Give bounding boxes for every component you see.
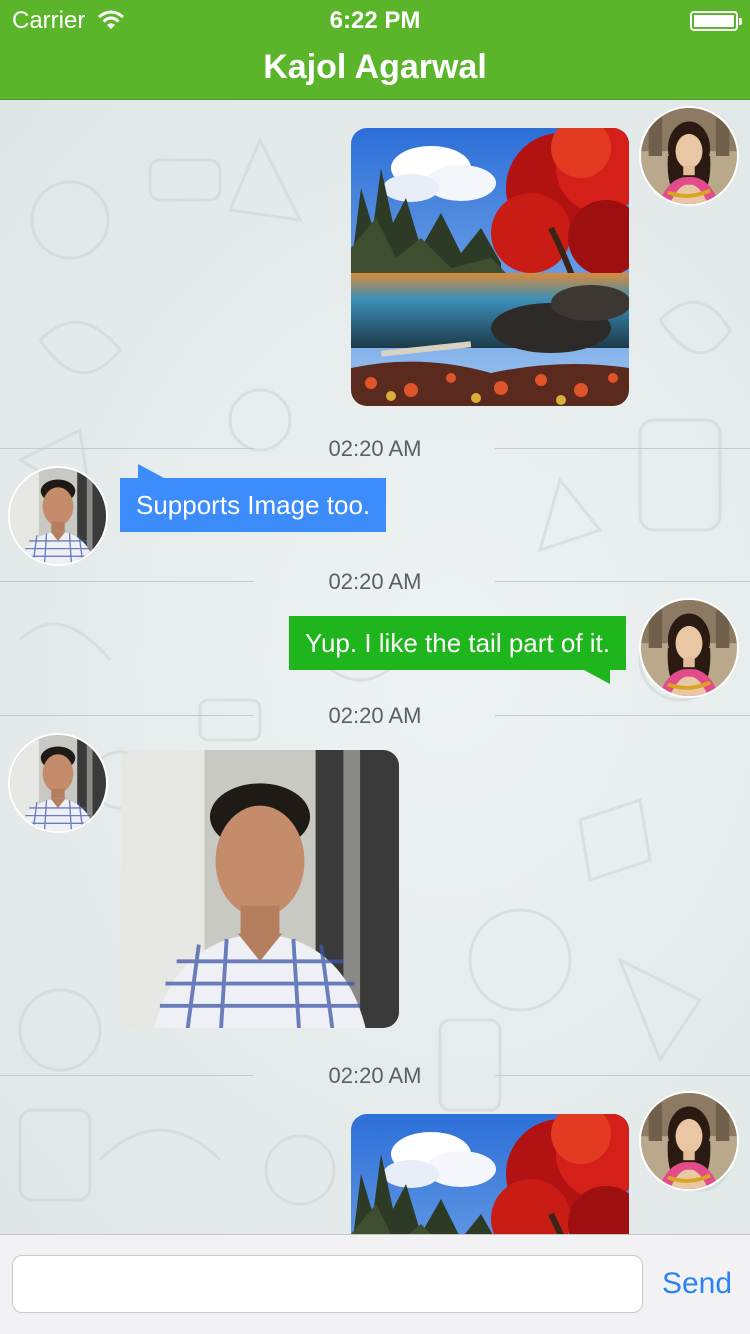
avatar-contact[interactable] [8, 466, 108, 566]
navigation-bar: Carrier 6:22 PM Kajol Agarwal [0, 0, 750, 100]
status-bar: Carrier 6:22 PM [0, 0, 750, 40]
timestamp-divider: 02:20 AM [0, 1061, 750, 1091]
timestamp-label: 02:20 AM [328, 436, 422, 461]
timestamp-label: 02:20 AM [328, 569, 422, 594]
battery-icon [690, 11, 742, 31]
avatar-kajol[interactable] [639, 106, 739, 206]
autumn-lake-photo [351, 1114, 629, 1234]
timestamp-divider: 02:20 AM [0, 701, 750, 731]
timestamp-label: 02:20 AM [328, 1063, 422, 1088]
message-image-outgoing[interactable] [351, 1114, 629, 1234]
conversation-title: Kajol Agarwal [263, 48, 487, 86]
message-bubble-incoming[interactable]: Supports Image too. [120, 478, 387, 532]
message-bubble-outgoing[interactable]: Yup. I like the tail part of it. [289, 616, 626, 670]
bubble-tail [584, 670, 610, 684]
timestamp-divider: 02:20 AM [0, 434, 750, 464]
message-input[interactable] [12, 1255, 643, 1313]
message-composer: Send [0, 1234, 750, 1334]
avatar-contact[interactable] [8, 733, 108, 833]
autumn-lake-photo [351, 128, 629, 406]
bubble-tail [138, 464, 164, 478]
send-button[interactable]: Send [650, 1255, 744, 1313]
man-portrait-photo [121, 750, 399, 1028]
message-image-incoming[interactable] [121, 750, 399, 1028]
message-image-outgoing[interactable] [351, 128, 629, 406]
timestamp-label: 02:20 AM [328, 703, 422, 728]
timestamp-divider: 02:20 AM [0, 567, 750, 597]
avatar-kajol[interactable] [639, 598, 739, 698]
message-list[interactable]: 02:20 AM Supports Image too. 02:20 AM Yu… [0, 100, 750, 1234]
avatar-kajol[interactable] [639, 1091, 739, 1191]
status-time: 6:22 PM [329, 7, 421, 34]
